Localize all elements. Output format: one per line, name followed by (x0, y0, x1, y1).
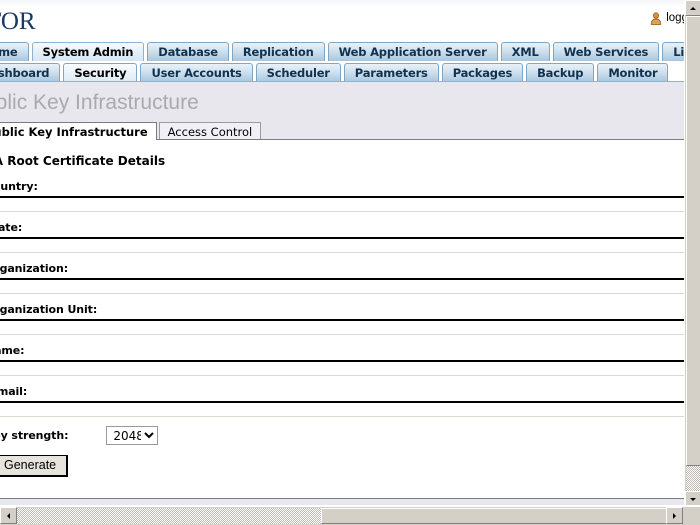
tab-label: Monitor (608, 66, 658, 80)
page-body: Public Key Infrastructure Public Key Inf… (0, 82, 684, 507)
secondary-tab-packages[interactable]: Packages (441, 63, 524, 82)
sub-tab-public-key-infrastructure[interactable]: Public Key Infrastructure (0, 122, 157, 140)
user-icon (650, 12, 662, 25)
tab-label: Dashboard (0, 66, 50, 80)
login-status-bar: logged in as dba | Log out (650, 11, 684, 25)
tab-label: Home (0, 45, 18, 59)
sub-tab-access-control[interactable]: Access Control (158, 122, 262, 140)
content-panel: Public Key Infrastructure Access Control … (0, 121, 684, 499)
scroll-up-arrow-glyph (690, 4, 696, 10)
primary-tab-linked-data[interactable]: Linked Data (662, 42, 684, 61)
input-e-mail[interactable] (0, 401, 684, 417)
input-country[interactable] (0, 196, 684, 212)
sub-tab-label: Public Key Infrastructure (0, 125, 148, 139)
primary-tab-web-application-server[interactable]: Web Application Server (327, 42, 498, 61)
pki-form-panel: CA Root Certificate Details Country: Stat… (0, 139, 684, 499)
field-name: Name: (0, 344, 684, 376)
label-organization: Organization: (0, 262, 69, 275)
secondary-tab-security[interactable]: Security (63, 63, 138, 82)
input-name[interactable] (0, 360, 684, 376)
primary-tab-web-services[interactable]: Web Services (552, 42, 660, 61)
generate-button[interactable]: Generate (0, 455, 69, 477)
tab-label: Database (158, 45, 218, 59)
field-organization-unit: Organization Unit: (0, 303, 684, 335)
tab-label: Replication (242, 45, 314, 59)
banner-top-strip (0, 0, 684, 7)
tab-label: User Accounts (151, 66, 242, 80)
tab-label: Scheduler (266, 66, 330, 80)
field-organization: Organization: (0, 262, 684, 294)
tab-label: Packages (452, 66, 513, 80)
vertical-scroll-track[interactable] (686, 16, 700, 491)
key-strength-row: Key strength: 512102420484096 (0, 426, 684, 445)
tab-label: Linked Data (673, 45, 684, 59)
tab-label: System Admin (42, 45, 134, 59)
tab-label: Web Application Server (338, 45, 487, 59)
logged-in-text: logged in as dba (666, 11, 684, 24)
scroll-left-arrow[interactable] (0, 507, 17, 524)
scroll-down-arrow-glyph (690, 497, 696, 504)
site-logo: TOR (0, 8, 36, 35)
secondary-tab-user-accounts[interactable]: User Accounts (140, 63, 253, 82)
secondary-tab-backup[interactable]: Backup (526, 63, 595, 82)
secondary-tab-bar: Dashboard Security User Accounts Scheduler P… (0, 61, 684, 82)
page-document: TOR logged in as dba | Log out Home Syste… (0, 0, 684, 507)
field-country: Country: (0, 180, 684, 212)
field-state: State: (0, 221, 684, 253)
secondary-tab-monitor[interactable]: Monitor (597, 63, 669, 82)
tab-label: Security (74, 66, 127, 80)
label-organization-unit: Organization Unit: (0, 303, 98, 316)
horizontal-scroll-track[interactable] (17, 508, 683, 524)
label-country: Country: (0, 180, 38, 193)
scroll-left-arrow-glyph (4, 512, 10, 519)
page-viewport: TOR logged in as dba | Log out Home Syste… (0, 0, 684, 507)
certificate-fields: Country: State: Organization: Organization … (0, 180, 684, 417)
scrollbar-corner (684, 507, 700, 525)
tab-label: Parameters (354, 66, 428, 80)
browser-page: TOR logged in as dba | Log out Home Syste… (0, 0, 700, 525)
vertical-scrollbar[interactable] (684, 0, 700, 507)
tab-label: Backup (537, 66, 584, 80)
key-strength-select[interactable]: 512102420484096 (106, 426, 159, 445)
site-banner: TOR logged in as dba | Log out (0, 0, 684, 40)
sub-tab-bar: Public Key Infrastructure Access Control (0, 121, 684, 140)
tab-label: Web Services (563, 45, 649, 59)
page-title: Public Key Infrastructure (0, 91, 199, 114)
horizontal-scroll-thumb[interactable] (321, 508, 669, 524)
primary-tab-home[interactable]: Home (0, 42, 29, 61)
primary-tab-system-admin[interactable]: System Admin (31, 42, 145, 61)
input-state[interactable] (0, 237, 684, 253)
secondary-tab-scheduler[interactable]: Scheduler (255, 63, 341, 82)
vertical-scroll-thumb[interactable] (686, 16, 700, 466)
primary-tab-replication[interactable]: Replication (231, 42, 325, 61)
tab-label: XML (511, 45, 539, 59)
label-name: Name: (0, 344, 25, 357)
input-organization[interactable] (0, 278, 684, 294)
secondary-tab-bar-wrap: Dashboard Security User Accounts Scheduler P… (0, 61, 684, 82)
scroll-right-arrow-glyph (673, 512, 679, 519)
primary-tab-database[interactable]: Database (147, 42, 229, 61)
secondary-tab-parameters[interactable]: Parameters (343, 63, 439, 82)
section-title: CA Root Certificate Details (0, 154, 166, 168)
horizontal-scrollbar[interactable] (0, 507, 700, 525)
label-e-mail: e-mail: (0, 385, 28, 398)
input-organization-unit[interactable] (0, 319, 684, 335)
scroll-up-arrow[interactable] (685, 0, 700, 16)
field-e-mail: e-mail: (0, 385, 684, 417)
sub-tab-label: Access Control (167, 125, 253, 139)
label-state: State: (0, 221, 23, 234)
secondary-tab-dashboard[interactable]: Dashboard (0, 63, 61, 82)
primary-tab-xml[interactable]: XML (500, 42, 550, 61)
key-strength-label: Key strength: (0, 429, 69, 442)
primary-tab-bar: Home System Admin Database Replication Web A… (0, 40, 684, 61)
scroll-right-arrow[interactable] (666, 507, 683, 524)
